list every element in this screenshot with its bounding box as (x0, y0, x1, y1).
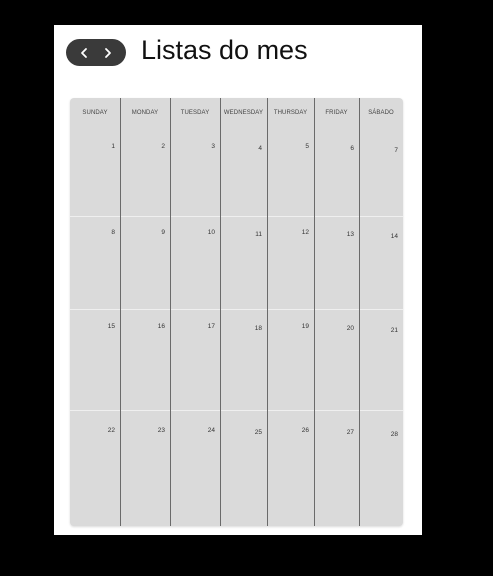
calendar-date-cell[interactable]: 22 (95, 427, 115, 434)
calendar-date-cell[interactable]: 7 (378, 147, 398, 154)
day-header: SÁBADO (368, 110, 394, 116)
month-nav-pill (66, 39, 126, 66)
calendar-date-cell[interactable]: 26 (289, 427, 309, 434)
day-column-divider (359, 98, 360, 526)
day-header: THURSDAY (273, 110, 308, 116)
calendar-date-cell[interactable]: 19 (289, 323, 309, 330)
calendar-date-cell[interactable]: 21 (378, 327, 398, 334)
calendar-date-cell[interactable]: 9 (145, 229, 165, 236)
prev-month-button[interactable] (76, 45, 92, 61)
chevron-right-icon (105, 47, 111, 58)
month-lists-card: Listas do mes SUNDAY MONDAY TUESDAY WEDNESD… (54, 25, 422, 535)
day-column-divider (267, 98, 268, 526)
calendar-date-cell[interactable]: 20 (334, 325, 354, 332)
calendar-date-cell[interactable]: 18 (242, 325, 262, 332)
day-column-divider (314, 98, 315, 526)
day-column-divider (170, 98, 171, 526)
calendar-date-cell[interactable]: 1 (95, 143, 115, 150)
calendar-date-cell[interactable]: 5 (289, 143, 309, 150)
next-month-button[interactable] (100, 45, 116, 61)
calendar-date-cell[interactable]: 11 (242, 231, 262, 238)
day-header: TUESDAY (180, 110, 210, 116)
calendar-date-cell[interactable]: 28 (378, 431, 398, 438)
calendar-date-cell[interactable]: 14 (378, 233, 398, 240)
day-column-divider (220, 98, 221, 526)
calendar-date-cell[interactable]: 12 (289, 229, 309, 236)
calendar-date-cell[interactable]: 4 (242, 145, 262, 152)
calendar-date-cell[interactable]: 17 (195, 323, 215, 330)
calendar-date-cell[interactable]: 25 (242, 429, 262, 436)
calendar-date-cell[interactable]: 16 (145, 323, 165, 330)
calendar-date-cell[interactable]: 3 (195, 143, 215, 150)
page-title: Listas do mes (141, 35, 308, 65)
calendar-date-cell[interactable]: 8 (95, 229, 115, 236)
day-header: WEDNESDAY (223, 110, 264, 116)
calendar-date-cell[interactable]: 15 (95, 323, 115, 330)
day-column-divider (120, 98, 121, 526)
day-header: SUNDAY (82, 110, 108, 116)
calendar-date-cell[interactable]: 2 (145, 143, 165, 150)
day-header: MONDAY (131, 110, 159, 116)
calendar-date-cell[interactable]: 13 (334, 231, 354, 238)
calendar-date-cell[interactable]: 24 (195, 427, 215, 434)
month-calendar-grid: SUNDAY MONDAY TUESDAY WEDNESDAY THURSDAY FRID… (70, 98, 403, 526)
calendar-date-cell[interactable]: 23 (145, 427, 165, 434)
chevron-left-icon (81, 47, 87, 58)
day-header: FRIDAY (325, 110, 348, 116)
calendar-date-cell[interactable]: 10 (195, 229, 215, 236)
calendar-date-cell[interactable]: 27 (334, 429, 354, 436)
calendar-date-cell[interactable]: 6 (334, 145, 354, 152)
